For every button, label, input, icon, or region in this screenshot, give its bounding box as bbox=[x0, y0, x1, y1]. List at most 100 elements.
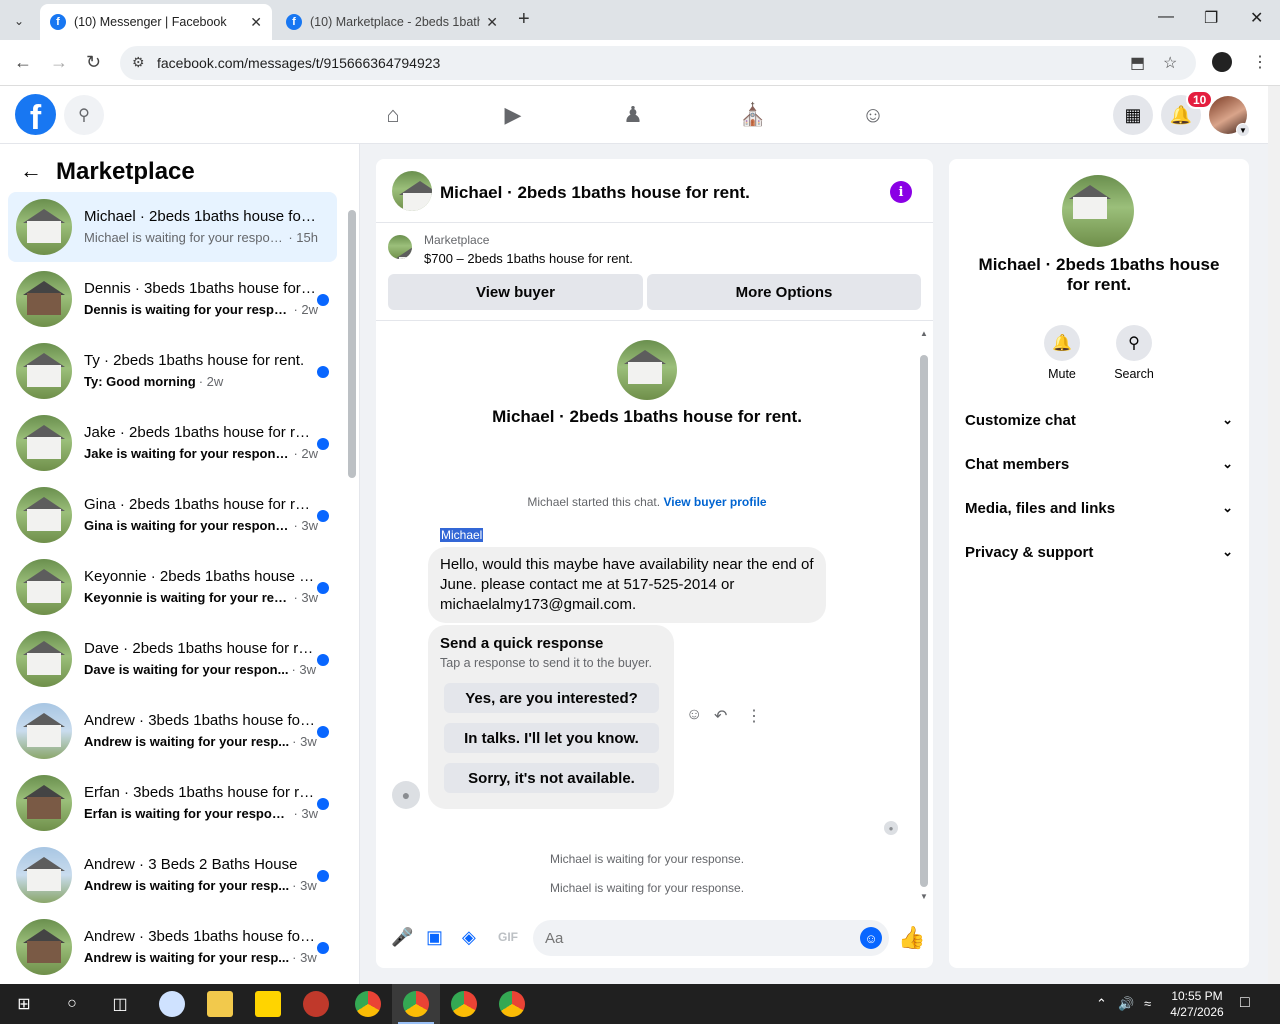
conversation-thumbnail bbox=[16, 559, 72, 615]
video-icon[interactable]: ▶ bbox=[498, 100, 528, 130]
view-buyer-profile-link[interactable]: View buyer profile bbox=[663, 495, 766, 509]
show-hidden-icons-icon[interactable]: ⌃ bbox=[1096, 996, 1107, 1012]
conversation-thumbnail bbox=[16, 631, 72, 687]
more-options-button[interactable]: More Options bbox=[647, 274, 921, 310]
message-composer: 🎤 ▣ ◈ GIF ☺ 👍 bbox=[376, 917, 933, 959]
conversation-item[interactable]: Andrew · 3beds 1baths house for rent. And… bbox=[8, 696, 337, 766]
conversation-item[interactable]: Jake · 2beds 1baths house for rent. Jake … bbox=[8, 408, 337, 478]
quick-reply-yes-button[interactable]: Yes, are you interested? bbox=[444, 683, 659, 713]
omnibox[interactable]: ⚙ facebook.com/messages/t/91566636479492… bbox=[120, 46, 1196, 80]
conversation-item[interactable]: Andrew · 3 Beds 2 Baths House Andrew is w… bbox=[8, 840, 337, 910]
sticky-notes-icon[interactable] bbox=[255, 991, 281, 1017]
marketplace-label: Marketplace bbox=[424, 233, 490, 247]
privacy-support-row[interactable]: Privacy & support ⌄ bbox=[965, 532, 1233, 572]
task-view-icon[interactable]: ◫ bbox=[108, 992, 132, 1016]
more-actions-icon[interactable]: ⋮ bbox=[746, 706, 762, 726]
search-in-chat-button[interactable]: ⚲ Search bbox=[1104, 325, 1164, 381]
customize-chat-row[interactable]: Customize chat ⌄ bbox=[965, 400, 1233, 440]
volume-icon[interactable]: 🔊 bbox=[1118, 996, 1134, 1012]
reply-icon[interactable]: ↶ bbox=[714, 706, 727, 726]
marketplace-icon[interactable]: ⛪ bbox=[738, 100, 768, 130]
site-info-icon[interactable]: ⚙ bbox=[132, 54, 145, 71]
new-tab-icon[interactable]: + bbox=[518, 8, 530, 31]
browser-tab-marketplace[interactable]: f (10) Marketplace - 2beds 1baths ✕ bbox=[276, 4, 508, 40]
sticker-icon[interactable]: ◈ bbox=[462, 927, 476, 948]
quick-reply-in-talks-button[interactable]: In talks. I'll let you know. bbox=[444, 723, 659, 753]
wifi-icon[interactable]: ≈ bbox=[1144, 996, 1151, 1011]
conversation-item[interactable]: Michael · 2beds 1baths house for rent. Mi… bbox=[8, 192, 337, 262]
chat-title[interactable]: Michael · 2beds 1baths house for rent. bbox=[440, 183, 750, 203]
search-circle-icon[interactable]: ○ bbox=[60, 992, 84, 1016]
bookmark-star-icon[interactable]: ☆ bbox=[1163, 53, 1177, 73]
media-files-links-row[interactable]: Media, files and links ⌄ bbox=[965, 488, 1233, 528]
chat-avatar[interactable] bbox=[392, 171, 432, 211]
conversation-item[interactable]: Keyonnie · 2beds 1baths house for rent. K… bbox=[8, 552, 337, 622]
emoji-icon[interactable]: ☺ bbox=[860, 927, 882, 949]
home-icon[interactable]: ⌂ bbox=[378, 100, 408, 130]
conversation-thumbnail bbox=[16, 271, 72, 327]
scroll-down-icon[interactable]: ▼ bbox=[920, 892, 928, 901]
account-avatar[interactable]: ▼ bbox=[1209, 96, 1250, 137]
tab-title: (10) Messenger | Facebook bbox=[74, 15, 227, 29]
app-icon[interactable] bbox=[159, 991, 185, 1017]
info-icon[interactable]: i bbox=[890, 181, 912, 203]
chat-members-row[interactable]: Chat members ⌄ bbox=[965, 444, 1233, 484]
chrome-icon[interactable] bbox=[499, 991, 525, 1017]
scroll-up-icon[interactable]: ▲ bbox=[920, 329, 928, 338]
chrome-icon[interactable] bbox=[403, 991, 429, 1017]
thumbs-up-icon[interactable]: 👍 bbox=[898, 925, 925, 951]
preview-text: Erfan is waiting for your respon... bbox=[84, 806, 291, 821]
restore-icon[interactable]: ❐ bbox=[1204, 8, 1218, 28]
listing-title[interactable]: $700 – 2beds 1baths house for rent. bbox=[424, 251, 633, 266]
started-text: Michael started this chat. bbox=[527, 495, 661, 509]
message-input[interactable] bbox=[533, 920, 889, 956]
sidebar-scrollbar[interactable] bbox=[346, 202, 356, 982]
view-buyer-button[interactable]: View buyer bbox=[388, 274, 643, 310]
close-tab-icon[interactable]: ✕ bbox=[486, 14, 498, 31]
chrome-icon[interactable] bbox=[451, 991, 477, 1017]
search-icon[interactable]: ⚲ bbox=[64, 95, 104, 135]
browser-tab-messenger[interactable]: f (10) Messenger | Facebook ✕ bbox=[40, 4, 272, 40]
conversation-name: Dennis · 3beds 1baths house for rent. bbox=[84, 280, 318, 297]
facebook-logo[interactable]: f bbox=[15, 94, 56, 135]
address-bar-row: ← → ↻ ⚙ facebook.com/messages/t/91566636… bbox=[0, 40, 1280, 86]
back-arrow-icon[interactable]: ← bbox=[14, 52, 32, 73]
groups-icon[interactable]: ☺ bbox=[858, 100, 888, 130]
file-explorer-icon[interactable] bbox=[207, 991, 233, 1017]
tab-search-dropdown[interactable]: ⌄ bbox=[8, 10, 30, 32]
mute-button[interactable]: 🔔 Mute bbox=[1032, 325, 1092, 381]
react-emoji-icon[interactable]: ☺ bbox=[686, 706, 702, 724]
url-text[interactable]: facebook.com/messages/t/915666364794923 bbox=[157, 55, 440, 71]
close-window-icon[interactable]: ✕ bbox=[1250, 8, 1263, 28]
windows-start-icon[interactable]: ⊞ bbox=[12, 992, 36, 1016]
gif-icon[interactable]: GIF bbox=[498, 930, 518, 944]
close-tab-icon[interactable]: ✕ bbox=[250, 14, 262, 31]
minimize-icon[interactable]: — bbox=[1158, 8, 1174, 26]
quick-reply-not-available-button[interactable]: Sorry, it's not available. bbox=[444, 763, 659, 793]
conversation-item[interactable]: Dave · 2beds 1baths house for rent. Dave … bbox=[8, 624, 337, 694]
chrome-icon[interactable] bbox=[355, 991, 381, 1017]
app-icon[interactable] bbox=[303, 991, 329, 1017]
back-arrow-icon[interactable]: ← bbox=[20, 158, 42, 184]
forward-arrow-icon[interactable]: → bbox=[50, 52, 68, 73]
profile-icon[interactable] bbox=[1212, 52, 1232, 72]
conversation-name: Andrew · 3 Beds 2 Baths House bbox=[84, 856, 298, 873]
listing-thumbnail[interactable] bbox=[388, 235, 412, 259]
conversation-item[interactable]: Ty · 2beds 1baths house for rent. Ty: Goo… bbox=[8, 336, 337, 406]
menu-grid-icon[interactable]: ▦ bbox=[1113, 95, 1153, 135]
microphone-icon[interactable]: 🎤 bbox=[391, 927, 413, 948]
scroll-thumb[interactable] bbox=[920, 355, 928, 887]
reload-icon[interactable]: ↻ bbox=[86, 52, 101, 73]
photo-icon[interactable]: ▣ bbox=[426, 927, 443, 948]
chrome-menu-icon[interactable]: ⋮ bbox=[1252, 52, 1268, 72]
system-clock[interactable]: 10:55 PM 4/27/2026 bbox=[1166, 988, 1228, 1020]
friends-icon[interactable]: ♟ bbox=[618, 100, 648, 130]
page-scrollbar[interactable] bbox=[1268, 86, 1280, 984]
conversation-item[interactable]: Erfan · 3beds 1baths house for rent. Erfa… bbox=[8, 768, 337, 838]
message-scrollbar[interactable]: ▲ ▼ bbox=[918, 329, 930, 903]
conversation-item[interactable]: Dennis · 3beds 1baths house for rent. Den… bbox=[8, 264, 337, 334]
conversation-item[interactable]: Andrew · 3beds 1baths house for rent. And… bbox=[8, 912, 337, 982]
conversation-item[interactable]: Gina · 2beds 1baths house for rent. Gina … bbox=[8, 480, 337, 550]
action-center-icon[interactable]: □ bbox=[1240, 994, 1250, 1012]
install-app-icon[interactable]: ⬒ bbox=[1130, 53, 1145, 73]
